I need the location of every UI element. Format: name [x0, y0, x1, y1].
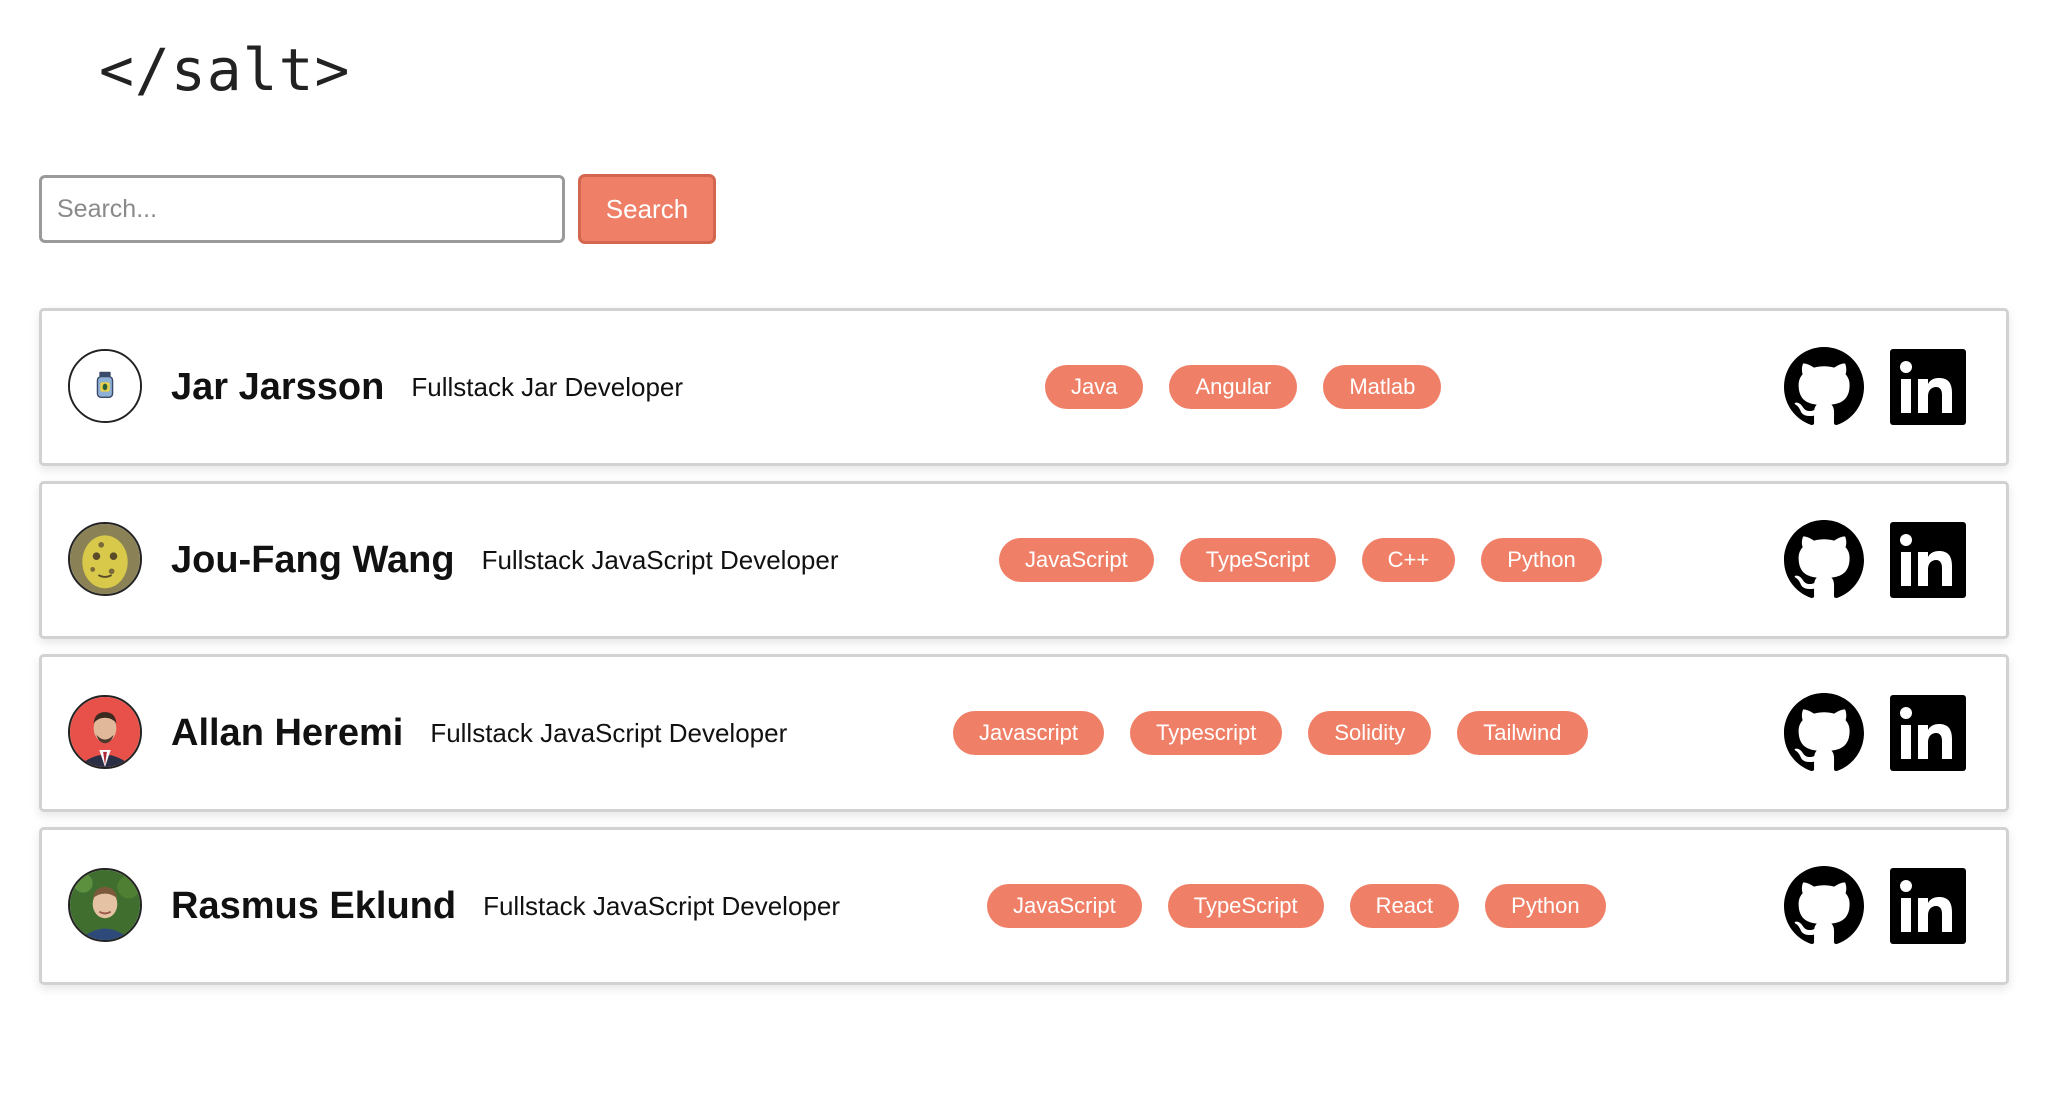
skill-tag: React [1349, 884, 1460, 928]
social-links [1784, 693, 1968, 773]
developer-card[interactable]: Jar Jarsson Fullstack Jar Developer Java… [39, 308, 2009, 466]
skill-tag: Solidity [1308, 711, 1432, 755]
github-icon[interactable] [1784, 866, 1864, 946]
skill-tags: JavaScript TypeScript C++ Python [999, 484, 1602, 636]
developer-list: Jar Jarsson Fullstack Jar Developer Java… [39, 308, 2009, 1000]
photo-avatar [70, 697, 140, 767]
skill-tag: Python [1485, 884, 1606, 928]
site-logo[interactable]: </salt> [99, 36, 350, 104]
skill-tag: Java [1045, 365, 1144, 409]
skill-tags: JavaScript TypeScript React Python [987, 830, 1606, 982]
skill-tag: TypeScript [1167, 884, 1324, 928]
jar-icon [70, 351, 140, 421]
skill-tag: Python [1481, 538, 1602, 582]
name-block: Allan Heremi Fullstack JavaScript Develo… [171, 657, 787, 809]
linkedin-icon[interactable] [1888, 520, 1968, 600]
developer-name: Jou-Fang Wang [171, 538, 455, 581]
avatar [68, 868, 142, 942]
skill-tag: TypeScript [1179, 538, 1336, 582]
developer-card[interactable]: Allan Heremi Fullstack JavaScript Develo… [39, 654, 2009, 812]
skill-tag: Javascript [953, 711, 1105, 755]
skill-tag: Angular [1169, 365, 1298, 409]
github-icon[interactable] [1784, 520, 1864, 600]
developer-name: Allan Heremi [171, 711, 404, 754]
linkedin-icon[interactable] [1888, 693, 1968, 773]
developer-role: Fullstack JavaScript Developer [481, 544, 839, 575]
skill-tags: Java Angular Matlab [1045, 311, 1442, 463]
developer-card[interactable]: Jou-Fang Wang Fullstack JavaScript Devel… [39, 481, 2009, 639]
linkedin-icon[interactable] [1888, 866, 1968, 946]
github-icon[interactable] [1784, 693, 1864, 773]
social-links [1784, 347, 1968, 427]
photo-avatar [70, 870, 140, 940]
skill-tags: Javascript Typescript Solidity Tailwind [953, 657, 1588, 809]
developer-name: Jar Jarsson [171, 365, 385, 408]
skill-tag: JavaScript [999, 538, 1154, 582]
social-links [1784, 866, 1968, 946]
skill-tag: Matlab [1323, 365, 1442, 409]
skill-tag: C++ [1361, 538, 1456, 582]
photo-avatar [70, 524, 140, 594]
search-button[interactable]: Search [578, 174, 716, 244]
developer-role: Fullstack JavaScript Developer [430, 717, 788, 748]
avatar [68, 522, 142, 596]
skill-tag: JavaScript [987, 884, 1142, 928]
name-block: Jar Jarsson Fullstack Jar Developer [171, 311, 683, 463]
avatar [68, 695, 142, 769]
name-block: Rasmus Eklund Fullstack JavaScript Devel… [171, 830, 840, 982]
skill-tag: Tailwind [1457, 711, 1588, 755]
developer-name: Rasmus Eklund [171, 884, 457, 927]
developer-role: Fullstack Jar Developer [411, 371, 684, 402]
avatar [68, 349, 142, 423]
social-links [1784, 520, 1968, 600]
developer-role: Fullstack JavaScript Developer [483, 890, 840, 921]
developer-card[interactable]: Rasmus Eklund Fullstack JavaScript Devel… [39, 827, 2009, 985]
github-icon[interactable] [1784, 347, 1864, 427]
linkedin-icon[interactable] [1888, 347, 1968, 427]
search-bar: Search [39, 174, 716, 244]
name-block: Jou-Fang Wang Fullstack JavaScript Devel… [171, 484, 838, 636]
skill-tag: Typescript [1130, 711, 1283, 755]
search-input[interactable] [39, 175, 565, 243]
